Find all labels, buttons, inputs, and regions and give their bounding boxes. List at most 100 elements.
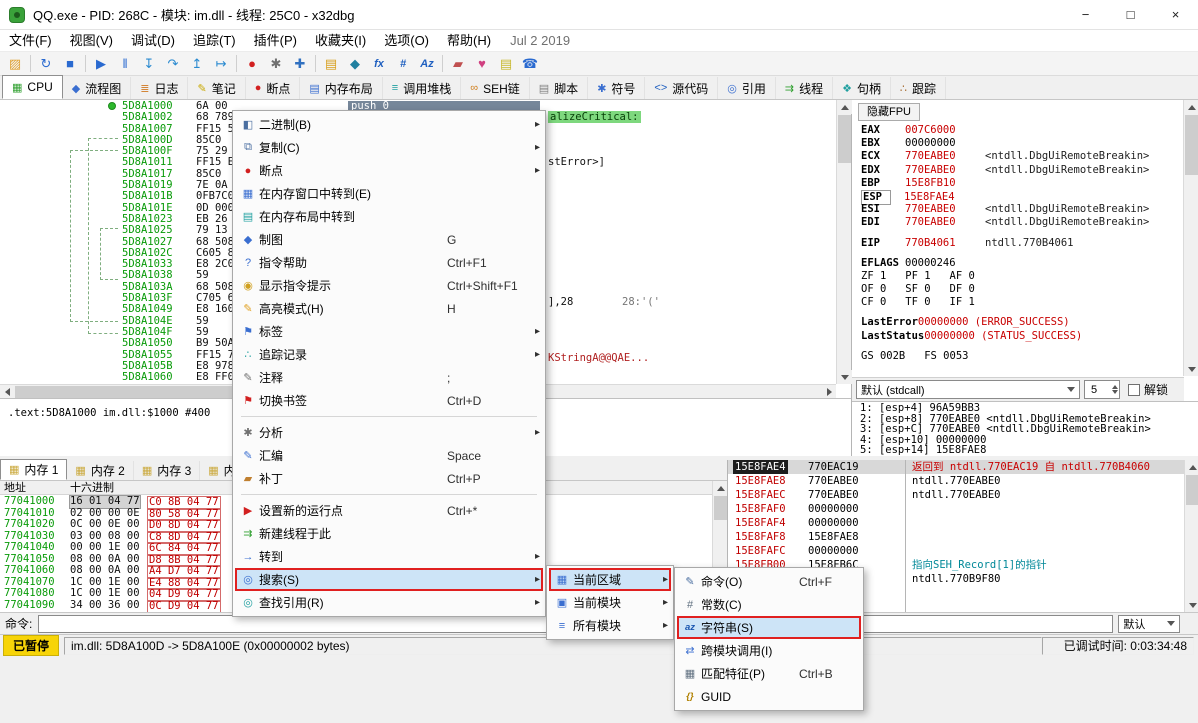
register-row[interactable]: ESP15E8FAE4: [861, 190, 1181, 203]
step-into-icon[interactable]: ↧: [137, 53, 161, 75]
menu-item-current-module[interactable]: ▣当前模块▸: [549, 591, 671, 614]
menu-item-breakpoint[interactable]: ●断点▸: [235, 159, 543, 182]
scrollbar-thumb[interactable]: [1185, 115, 1198, 175]
tab-breakpoints[interactable]: ●断点: [246, 77, 301, 99]
settings-icon[interactable]: ✱: [264, 53, 288, 75]
scroll-down-icon[interactable]: [837, 370, 852, 384]
menu-item-analysis[interactable]: ✱分析▸: [235, 421, 543, 444]
menubar-item-1[interactable]: 文件(F): [0, 30, 61, 52]
scroll-up-icon[interactable]: [837, 100, 852, 114]
tab-notes[interactable]: ✎笔记: [188, 77, 245, 99]
menu-item-trace-record[interactable]: ∴追踪记录▸: [235, 343, 543, 366]
menu-item-constant[interactable]: #常数(C)▸: [677, 593, 861, 616]
argument-row[interactable]: 1: [esp+4] 96A59BB3: [860, 403, 1198, 414]
tab-trace[interactable]: ∴跟踪: [891, 77, 946, 99]
open-file-icon[interactable]: ▨: [3, 53, 27, 75]
script-icon[interactable]: fx: [367, 53, 391, 75]
register-row[interactable]: LastStatus00000000 (STATUS_SUCCESS): [861, 330, 1181, 343]
execute-till-return-icon[interactable]: ↥: [185, 53, 209, 75]
command-default-select[interactable]: 默认: [1118, 615, 1180, 633]
run-icon[interactable]: ▶: [89, 53, 113, 75]
register-row[interactable]: EFLAGS00000246: [861, 257, 1181, 270]
stack-info-vertical-scrollbar[interactable]: [1184, 460, 1198, 612]
menu-item-instruction-help[interactable]: ?指令帮助Ctrl+F1▸: [235, 251, 543, 274]
stack-info-row[interactable]: [906, 502, 1198, 516]
menu-item-assemble[interactable]: ✎汇编Space▸: [235, 444, 543, 467]
spinner-buttons[interactable]: [1112, 381, 1118, 398]
register-row[interactable]: EIP770B4061ntdll.770B4061: [861, 237, 1181, 250]
scrollbar-thumb[interactable]: [838, 115, 851, 163]
tab-script[interactable]: ▤脚本: [530, 77, 588, 99]
register-row[interactable]: ESI770EABE0<ntdll.DbgUiRemoteBreakin>: [861, 203, 1181, 216]
menu-item-intermodular-calls[interactable]: ⇄跨模块调用(I)▸: [677, 639, 861, 662]
unlock-checkbox[interactable]: [1128, 384, 1140, 396]
tab-dump-2[interactable]: ▦内存 2: [67, 461, 133, 480]
tab-dump-1[interactable]: ▦内存 1: [0, 459, 67, 480]
stack-info-row[interactable]: [906, 586, 1198, 600]
scrollbar-thumb[interactable]: [1186, 475, 1198, 505]
register-row[interactable]: ECX770EABE0<ntdll.DbgUiRemoteBreakin>: [861, 150, 1181, 163]
menu-item-guid[interactable]: {}GUID▸: [677, 685, 861, 708]
tab-symbols[interactable]: ✱符号: [588, 77, 645, 99]
spinner-up-icon[interactable]: [1112, 382, 1118, 389]
menu-item-graph[interactable]: ◆制图G▸: [235, 228, 543, 251]
scroll-up-icon[interactable]: [1185, 460, 1198, 474]
tab-seh-chain[interactable]: ∞SEH链: [461, 77, 530, 99]
menu-item-toggle-bookmark[interactable]: ⚑切换书签Ctrl+D▸: [235, 389, 543, 412]
step-over-icon[interactable]: ↷: [161, 53, 185, 75]
scroll-up-icon[interactable]: [1184, 100, 1198, 114]
stack-info-row[interactable]: ntdll.770B9F80: [906, 572, 1198, 586]
constants-icon[interactable]: #: [391, 53, 415, 75]
tab-source[interactable]: <>源代码: [645, 77, 718, 99]
run-to-user-code-icon[interactable]: ↦: [209, 53, 233, 75]
menubar-item-5[interactable]: 插件(P): [245, 30, 306, 52]
menu-item-search-for[interactable]: ◎搜索(S)▸: [235, 568, 543, 591]
scrollbar-thumb[interactable]: [714, 496, 727, 520]
menubar-item-4[interactable]: 追踪(T): [184, 30, 245, 52]
pause-icon[interactable]: ‖: [113, 53, 137, 75]
menu-item-set-new-origin[interactable]: ▶设置新的运行点Ctrl+*▸: [235, 499, 543, 522]
breakpoint-dot-icon[interactable]: [108, 102, 116, 110]
tab-threads[interactable]: ⇉线程: [776, 77, 833, 99]
close-button[interactable]: ×: [1153, 0, 1198, 29]
stack-row[interactable]: 15E8FAF400000000: [728, 516, 905, 530]
menubar-item-7[interactable]: 选项(O): [375, 30, 438, 52]
restart-icon[interactable]: ↻: [34, 53, 58, 75]
menu-item-command[interactable]: ✎命令(O)Ctrl+F▸: [677, 570, 861, 593]
argument-count-spinner[interactable]: 5: [1084, 380, 1120, 399]
breakpoints-icon[interactable]: ●: [240, 53, 264, 75]
menu-item-label[interactable]: ⚑标签▸: [235, 320, 543, 343]
menu-item-goto[interactable]: →转到▸: [235, 545, 543, 568]
tab-memory-map[interactable]: ▤内存布局: [300, 77, 382, 99]
menu-item-find-references[interactable]: ◎查找引用(R)▸: [235, 591, 543, 614]
menu-item-copy[interactable]: ⧉复制(C)▸: [235, 136, 543, 159]
strings-icon[interactable]: Az: [415, 53, 439, 75]
tab-graph[interactable]: ◆流程图: [63, 77, 131, 99]
argument-row[interactable]: 5: [esp+14] 15E8FAE8: [860, 445, 1198, 456]
stack-info-row[interactable]: [906, 530, 1198, 544]
menubar-item-3[interactable]: 调试(D): [122, 30, 184, 52]
menu-item-highlighting-mode[interactable]: ✎高亮模式(H)H▸: [235, 297, 543, 320]
tab-references[interactable]: ◎引用: [718, 77, 776, 99]
stack-info-row[interactable]: ntdll.770EABE0: [906, 488, 1198, 502]
seh-chain-icon[interactable]: ◆: [343, 53, 367, 75]
plugins-icon[interactable]: ✚: [288, 53, 312, 75]
notes-icon[interactable]: ▤: [494, 53, 518, 75]
register-row[interactable]: EDX770EABE0<ntdll.DbgUiRemoteBreakin>: [861, 164, 1181, 177]
menu-item-create-new-thread[interactable]: ⇉新建线程于此▸: [235, 522, 543, 545]
disasm-vertical-scrollbar[interactable]: [836, 100, 851, 384]
scroll-right-icon[interactable]: [822, 385, 836, 399]
register-row[interactable]: CF 0 TF 0 IF 1: [861, 296, 1181, 309]
stack-row[interactable]: 15E8FAFC00000000: [728, 544, 905, 558]
maximize-button[interactable]: □: [1108, 0, 1153, 29]
stack-row[interactable]: 15E8FAF815E8FAE8: [728, 530, 905, 544]
menu-item-string-references[interactable]: az字符串(S)▸: [677, 616, 861, 639]
menu-item-comment[interactable]: ✎注释;▸: [235, 366, 543, 389]
stack-info-row[interactable]: 指向SEH_Record[1]的指针: [906, 558, 1198, 572]
unlock-checkbox-group[interactable]: 解锁: [1128, 381, 1168, 398]
register-row[interactable]: EAX007C6000: [861, 124, 1181, 137]
tab-handles[interactable]: ❖句柄: [833, 77, 891, 99]
register-row[interactable]: LastError00000000 (ERROR_SUCCESS): [861, 316, 1181, 329]
menubar-item-6[interactable]: 收藏夹(I): [306, 30, 375, 52]
register-row[interactable]: EDI770EABE0<ntdll.DbgUiRemoteBreakin>: [861, 216, 1181, 229]
